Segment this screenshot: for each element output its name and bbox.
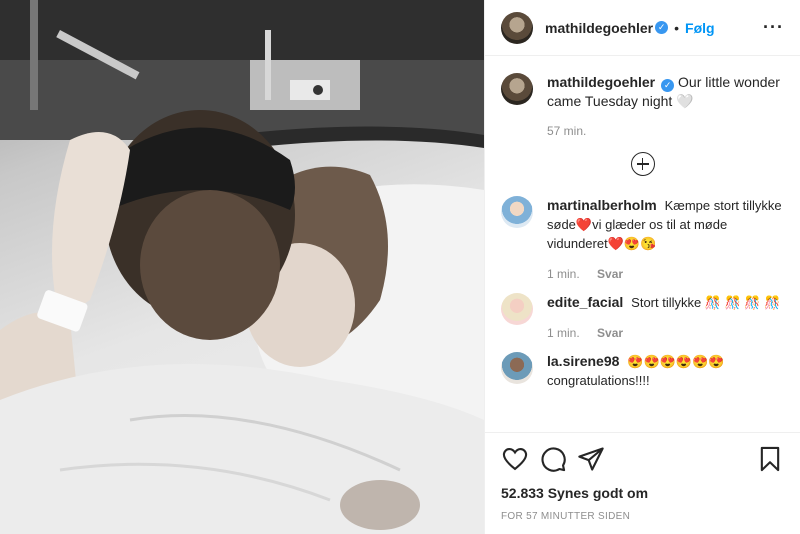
post-actions: 52.833 Synes godt om FOR 57 MINUTTER SID…	[485, 432, 800, 522]
author-avatar[interactable]	[501, 11, 533, 44]
follow-button[interactable]: Følg	[685, 20, 715, 36]
plus-circle-icon[interactable]	[630, 152, 655, 176]
caption-username[interactable]: mathildegoehler	[547, 74, 655, 90]
comment-icon[interactable]	[539, 445, 567, 473]
comment-username[interactable]: martinalberholm	[547, 197, 657, 213]
comment-time: 1 min.	[547, 267, 580, 281]
bookmark-icon[interactable]	[756, 445, 784, 473]
comment-meta: 1 min. Svar	[547, 326, 780, 340]
heart-icon[interactable]	[501, 445, 529, 473]
comment-item: edite_facial Stort tillykke 🎊 🎊 🎊 🎊 1 mi…	[501, 293, 784, 340]
caption-text-block: mathildegoehler ✓ Our little wonder came …	[547, 73, 784, 110]
separator-dot: •	[674, 19, 680, 36]
comment-text-block: la.sirene98 😍😍😍😍😍😍 congratulations!!!!	[547, 352, 784, 390]
comment-meta: 1 min. Svar	[547, 267, 784, 281]
verified-badge-icon: ✓	[655, 21, 669, 34]
comment-username[interactable]: la.sirene98	[547, 353, 619, 369]
author-username[interactable]: mathildegoehler	[545, 20, 653, 36]
post-header: mathildegoehler ✓ • Følg ···	[485, 0, 800, 56]
commenter-avatar[interactable]	[501, 293, 533, 325]
comment-item: martinalberholm Kæmpe stort tillykke sød…	[501, 196, 784, 281]
share-icon[interactable]	[577, 445, 605, 473]
load-more-comments	[501, 152, 784, 176]
more-horizontal-icon[interactable]: ···	[763, 17, 784, 38]
action-icons-row	[501, 445, 784, 473]
comment-username[interactable]: edite_facial	[547, 294, 623, 310]
verified-badge-icon: ✓	[661, 79, 675, 92]
comment-text: Stort tillykke 🎊 🎊 🎊 🎊	[631, 295, 781, 310]
comment-text-block: martinalberholm Kæmpe stort tillykke sød…	[547, 196, 784, 253]
caption-avatar[interactable]	[501, 73, 533, 105]
reply-button[interactable]: Svar	[597, 326, 623, 340]
instagram-post: mathildegoehler ✓ • Følg ··· mathildegoe…	[0, 0, 800, 534]
post-timestamp: FOR 57 MINUTTER SIDEN	[501, 511, 631, 522]
hospital-photo-illustration	[0, 0, 484, 534]
comment-text-block: edite_facial Stort tillykke 🎊 🎊 🎊 🎊	[547, 293, 780, 312]
reply-button[interactable]: Svar	[597, 267, 623, 281]
post-side-panel: mathildegoehler ✓ • Følg ··· mathildegoe…	[484, 0, 800, 534]
comment-item: la.sirene98 😍😍😍😍😍😍 congratulations!!!!	[501, 352, 784, 390]
likes-count[interactable]: 52.833 Synes godt om	[501, 485, 784, 501]
caption-time: 57 min.	[547, 124, 587, 138]
commenter-avatar[interactable]	[501, 196, 533, 228]
comment-time: 1 min.	[547, 326, 580, 340]
post-photo[interactable]	[0, 0, 484, 534]
caption: mathildegoehler ✓ Our little wonder came …	[501, 73, 784, 138]
comments-section[interactable]: mathildegoehler ✓ Our little wonder came …	[485, 57, 800, 432]
commenter-avatar[interactable]	[501, 352, 533, 384]
